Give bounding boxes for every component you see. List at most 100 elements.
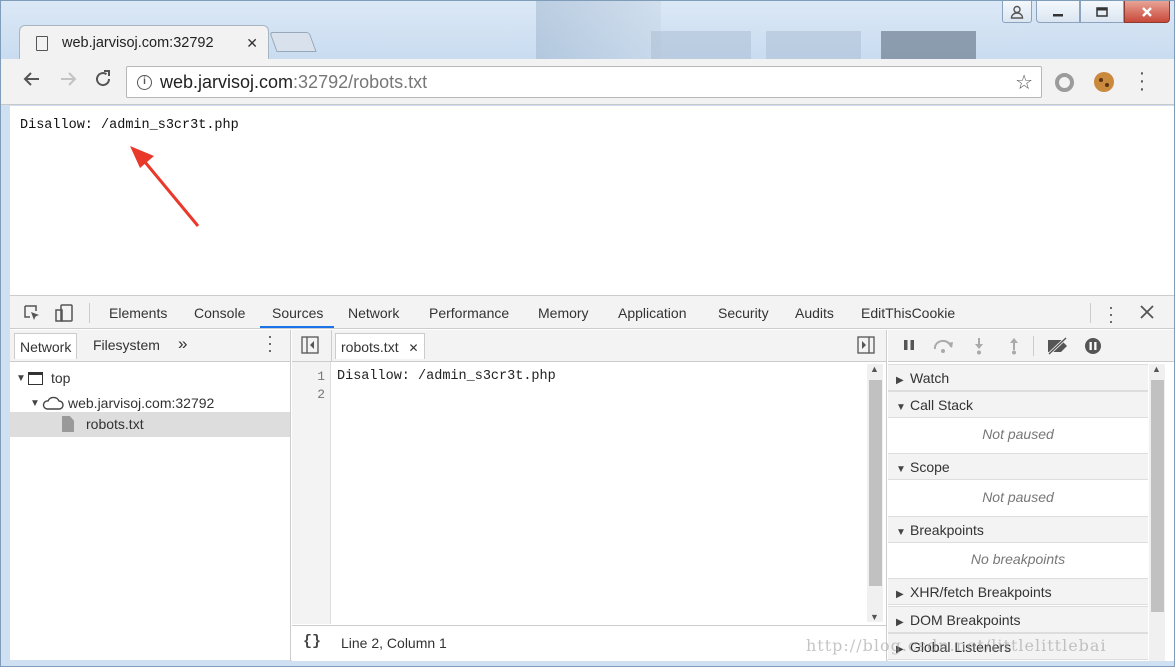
- step-into-icon[interactable]: [972, 337, 986, 358]
- url-path: :32792/robots.txt: [293, 71, 428, 92]
- tree-label: web.jarvisoj.com:32792: [68, 395, 215, 411]
- cloud-icon: [42, 396, 64, 410]
- user-icon[interactable]: [1002, 1, 1032, 23]
- tab-application[interactable]: Application: [618, 305, 687, 321]
- expand-triangle-icon[interactable]: ▼: [896, 464, 910, 475]
- tree-item-top[interactable]: ▼ top: [16, 370, 70, 386]
- expand-triangle-icon[interactable]: ▶: [896, 617, 910, 628]
- debugger-toolbar: [888, 330, 1174, 362]
- section-watch[interactable]: ▶ Watch: [888, 364, 1148, 391]
- close-devtools-icon[interactable]: [1140, 305, 1154, 322]
- navigator-tab-filesystem[interactable]: Filesystem: [93, 337, 160, 353]
- browser-tab[interactable]: web.jarvisoj.com:32792 ✕: [19, 25, 269, 60]
- line-number: 1: [317, 369, 325, 384]
- divider: [89, 303, 90, 323]
- debugger-scrollbar[interactable]: ▲: [1149, 364, 1165, 661]
- expand-triangle-icon[interactable]: ▼: [896, 527, 910, 538]
- tab-elements[interactable]: Elements: [109, 305, 167, 321]
- expand-triangle-icon[interactable]: ▼: [896, 402, 910, 413]
- deactivate-breakpoints-icon[interactable]: [1046, 336, 1070, 358]
- navigator-tabs: Network Filesystem » · · ·: [10, 327, 290, 362]
- tab-editthiscookie[interactable]: EditThisCookie: [861, 305, 955, 321]
- tab-close-icon[interactable]: ✕: [246, 35, 258, 52]
- section-breakpoints[interactable]: ▼ Breakpoints: [888, 516, 1148, 543]
- device-toolbar-icon[interactable]: [55, 304, 75, 325]
- pause-on-exceptions-icon[interactable]: [1084, 337, 1102, 358]
- tree-item-domain[interactable]: ▼ web.jarvisoj.com:32792: [30, 395, 214, 411]
- more-tabs-icon[interactable]: »: [178, 334, 187, 354]
- section-xhr-breakpoints[interactable]: ▶ XHR/fetch Breakpoints: [888, 578, 1148, 605]
- url-host: web.jarvisoj.com: [160, 71, 294, 92]
- tab-audits[interactable]: Audits: [795, 305, 834, 321]
- devtools-panel: Elements Console Sources Network Perform…: [10, 295, 1174, 661]
- scope-message: Not paused: [982, 489, 1054, 505]
- section-scope[interactable]: ▼ Scope: [888, 453, 1148, 480]
- extension-icon[interactable]: [1055, 73, 1074, 92]
- background-blur: [881, 31, 976, 59]
- tab-security[interactable]: Security: [718, 305, 769, 321]
- scroll-down-icon[interactable]: ▼: [870, 612, 879, 622]
- tab-title: web.jarvisoj.com:32792: [62, 35, 214, 51]
- navigator-tab-network[interactable]: Network: [14, 333, 78, 359]
- expand-triangle-icon[interactable]: ▼: [16, 373, 28, 384]
- reload-icon[interactable]: [93, 69, 113, 95]
- expand-triangle-icon[interactable]: ▶: [896, 589, 910, 600]
- pause-icon[interactable]: [902, 338, 916, 355]
- line-gutter: 1 2: [292, 362, 331, 624]
- info-icon[interactable]: i: [137, 74, 152, 90]
- tree-item-robots[interactable]: robots.txt: [62, 416, 144, 432]
- scrollbar-thumb[interactable]: [1151, 380, 1164, 612]
- page-content: Disallow: /admin_s3cr3t.php: [10, 106, 1174, 295]
- code-line[interactable]: Disallow: /admin_s3cr3t.php: [337, 369, 556, 384]
- call-stack-message: Not paused: [982, 426, 1054, 442]
- navigator-menu-icon[interactable]: · · ·: [267, 327, 273, 359]
- scroll-up-icon[interactable]: ▲: [870, 364, 879, 374]
- cookie-icon[interactable]: [1094, 72, 1114, 92]
- expand-triangle-icon[interactable]: ▼: [30, 398, 42, 409]
- tab-sources[interactable]: Sources: [272, 305, 323, 321]
- editor-statusbar: {} Line 2, Column 1: [292, 625, 886, 661]
- new-tab-button[interactable]: [269, 32, 317, 52]
- close-window-button[interactable]: [1124, 1, 1170, 23]
- back-icon[interactable]: [22, 69, 42, 95]
- divider: [1090, 303, 1091, 323]
- section-dom-breakpoints[interactable]: ▶ DOM Breakpoints: [888, 606, 1148, 633]
- background-blur: [766, 31, 861, 59]
- file-icon: [62, 416, 74, 432]
- step-out-icon[interactable]: [1007, 337, 1021, 358]
- devtools-menu-icon[interactable]: · · ·: [1108, 298, 1114, 330]
- page-icon: [36, 35, 48, 51]
- address-bar[interactable]: i web.jarvisoj.com:32792/robots.txt ☆: [126, 66, 1042, 98]
- frame-icon: [28, 371, 43, 385]
- tab-network[interactable]: Network: [348, 305, 399, 321]
- navigator-pane: Network Filesystem » · · · ▼ top ▼ web.jar…: [10, 327, 291, 661]
- expand-triangle-icon[interactable]: ▶: [896, 375, 910, 386]
- minimize-button[interactable]: [1036, 1, 1080, 23]
- maximize-button[interactable]: [1080, 1, 1124, 23]
- breakpoints-message: No breakpoints: [970, 551, 1066, 567]
- bookmark-star-icon[interactable]: ☆: [1015, 70, 1033, 95]
- tab-memory[interactable]: Memory: [538, 305, 589, 321]
- pretty-print-icon[interactable]: {}: [303, 633, 321, 650]
- file-tab-close-icon[interactable]: ✕: [408, 341, 418, 355]
- toggle-navigator-icon[interactable]: [301, 336, 319, 357]
- watermark: http://blog.csdn.net/littlelittlebai: [806, 636, 1107, 655]
- tab-console[interactable]: Console: [194, 305, 245, 321]
- tab-performance[interactable]: Performance: [429, 305, 509, 321]
- section-call-stack[interactable]: ▼ Call Stack: [888, 391, 1148, 418]
- section-label: DOM Breakpoints: [910, 612, 1021, 628]
- background-blur: [536, 1, 661, 59]
- devtools-tabbar: Elements Console Sources Network Perform…: [10, 296, 1174, 330]
- inspect-element-icon[interactable]: [23, 304, 41, 325]
- section-label: Breakpoints: [910, 522, 984, 538]
- step-over-icon[interactable]: [932, 338, 956, 357]
- scroll-up-icon[interactable]: ▲: [1152, 364, 1161, 374]
- scrollbar-thumb[interactable]: [869, 380, 882, 586]
- forward-icon[interactable]: [58, 69, 78, 95]
- chrome-menu-icon[interactable]: · · ·: [1137, 63, 1147, 99]
- toggle-debugger-icon[interactable]: [857, 336, 875, 357]
- debugger-pane: ▶ Watch ▼ Call Stack Not paused ▼ Scope Not…: [888, 330, 1174, 661]
- tree-label: robots.txt: [86, 416, 144, 432]
- editor-scrollbar[interactable]: ▲ ▼: [867, 364, 883, 622]
- editor-file-tab[interactable]: robots.txt ✕: [335, 333, 425, 359]
